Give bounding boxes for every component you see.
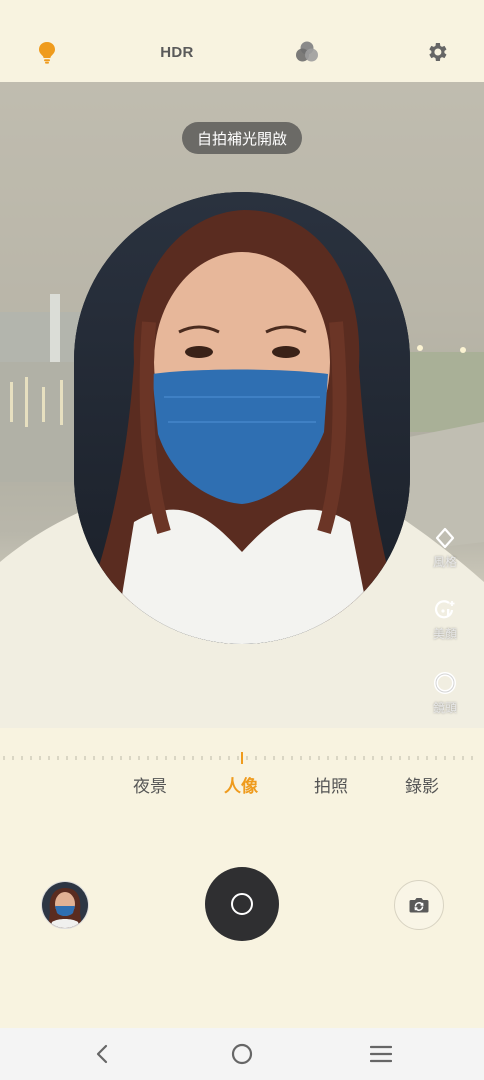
flash-button[interactable] [25, 30, 69, 74]
nav-back-button[interactable] [80, 1036, 124, 1072]
beauty-face-icon [434, 600, 455, 619]
gear-icon [429, 43, 447, 61]
mode-selector: 夜景 人像 拍照 錄影 [0, 772, 484, 802]
camera-top-bar: HDR [0, 0, 484, 82]
switch-camera-icon [409, 898, 429, 913]
filter-button[interactable] [285, 30, 329, 74]
fill-light-notice-text: 自拍補光開啟 [196, 129, 287, 148]
menu-lines-icon [370, 1045, 392, 1063]
sparkle-diamond-icon [435, 527, 455, 549]
zoom-ruler[interactable] [0, 748, 484, 768]
lens-ring-icon [434, 672, 456, 694]
style-tool-button[interactable]: 風格 [420, 527, 470, 570]
shutter-button[interactable] [205, 867, 279, 941]
switch-camera-button[interactable] [394, 880, 444, 930]
lens-tool-button[interactable]: 鏡頭 [420, 671, 470, 716]
mode-night[interactable]: 夜景 [133, 772, 167, 797]
hdr-label: HDR [160, 43, 194, 61]
mode-video[interactable]: 錄影 [405, 772, 439, 797]
fill-light-notice: 自拍補光開啟 [182, 122, 302, 154]
hdr-button[interactable]: HDR [155, 30, 199, 74]
style-tool-label: 風格 [432, 555, 457, 569]
lens-tool-label: 鏡頭 [432, 701, 457, 715]
settings-button[interactable] [415, 30, 459, 74]
color-filter-icon [296, 41, 318, 62]
portrait-subject [74, 192, 410, 644]
beauty-tool-label: 美顏 [432, 627, 457, 641]
gallery-thumbnail[interactable] [41, 881, 89, 929]
home-circle-icon [231, 1043, 253, 1065]
portrait-face-frame [74, 192, 410, 644]
nav-menu-button[interactable] [359, 1036, 403, 1072]
system-navigation-bar [0, 1028, 484, 1080]
back-chevron-icon [96, 1044, 108, 1064]
mode-photo[interactable]: 拍照 [314, 772, 348, 797]
thumbnail-image [42, 882, 88, 928]
beauty-tool-button[interactable]: 美顏 [420, 599, 470, 642]
lightbulb-icon [39, 42, 55, 64]
mode-portrait[interactable]: 人像 [224, 772, 258, 797]
shutter-ring [231, 893, 253, 915]
nav-home-button[interactable] [220, 1036, 264, 1072]
camera-viewfinder[interactable]: 自拍補光開啟 風格 美顏 鏡頭 [0, 82, 484, 728]
